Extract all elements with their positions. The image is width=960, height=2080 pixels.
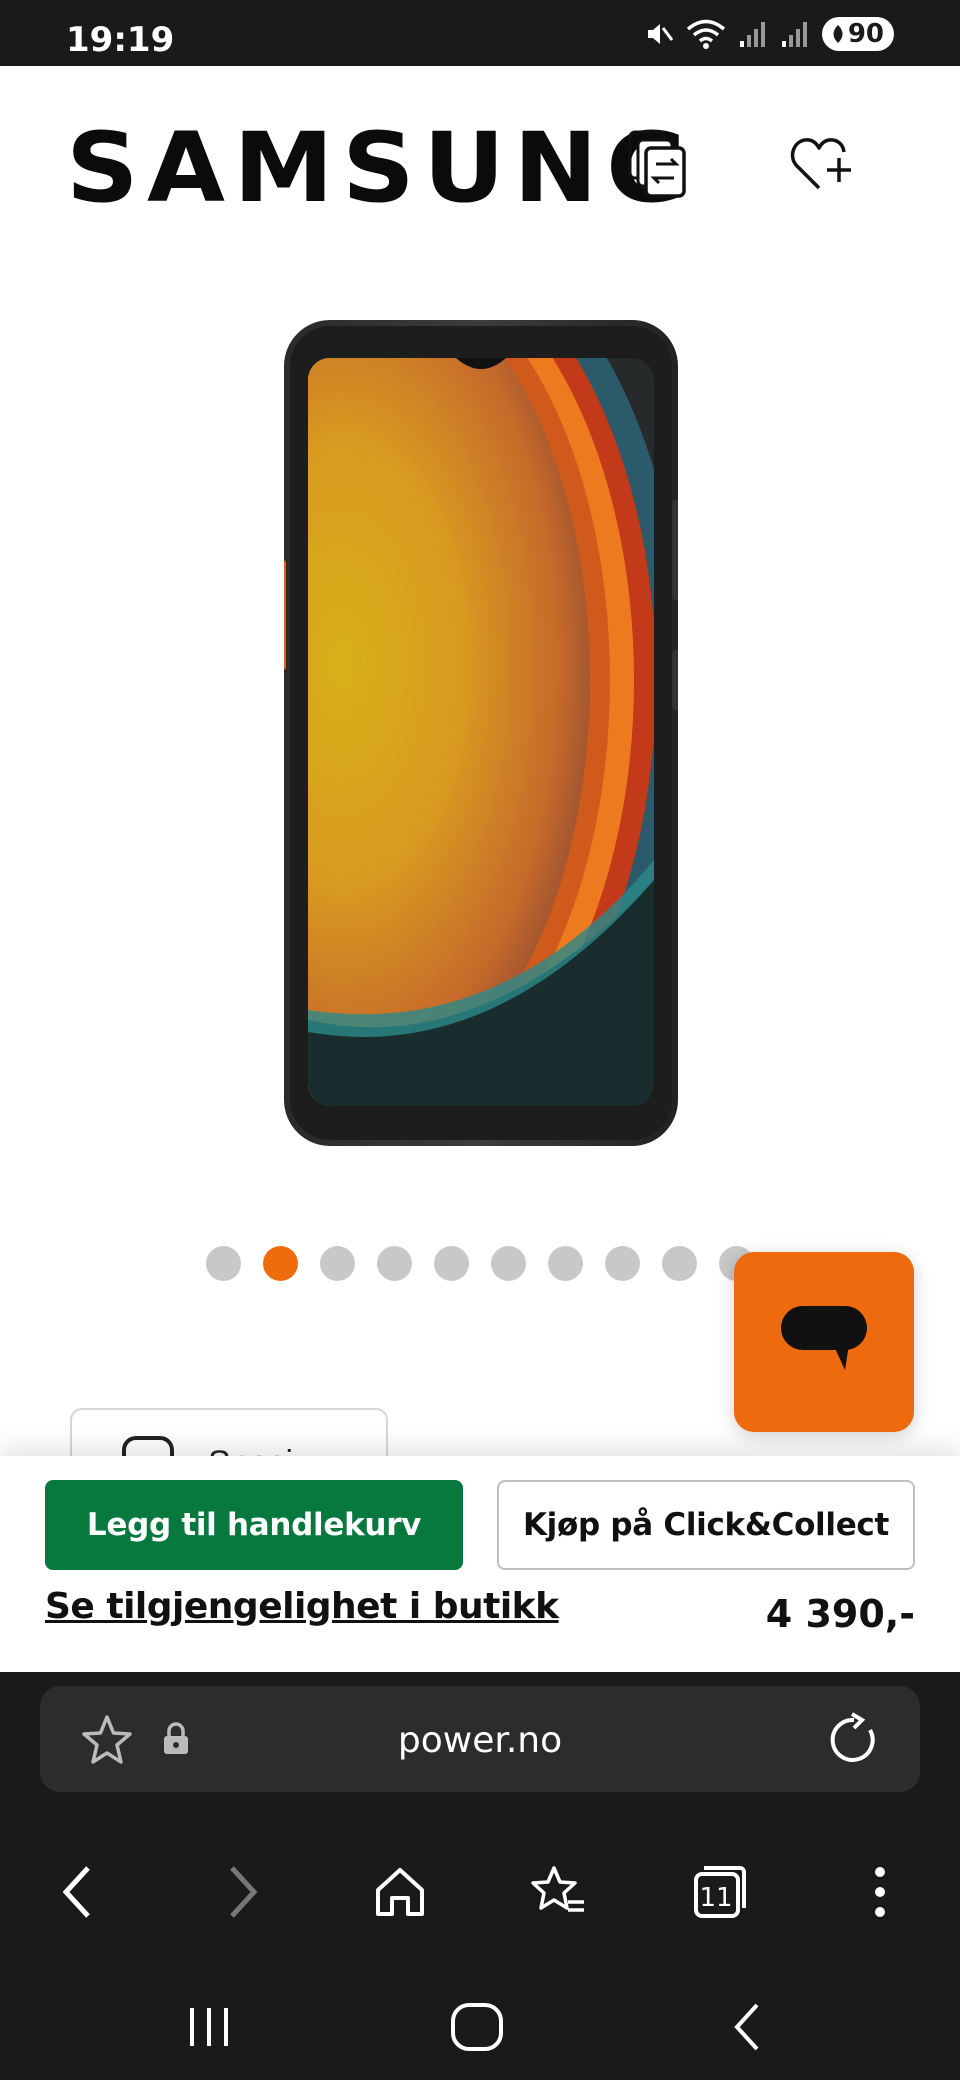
chat-button[interactable] <box>734 1252 914 1432</box>
browser-toolbar: power.no 11 <box>0 1672 960 2080</box>
home-icon <box>376 1868 424 1916</box>
click-collect-button[interactable]: Kjøp på Click&Collect <box>497 1480 915 1570</box>
battery-saver-icon <box>833 25 843 43</box>
price: 4 390,- <box>765 1592 915 1636</box>
more-menu-button[interactable] <box>848 1860 912 1924</box>
reload-icon[interactable] <box>826 1712 882 1773</box>
store-availability-link[interactable]: Se tilgjengelighet i butikk <box>45 1586 559 1627</box>
status-time: 19:19 <box>66 20 175 60</box>
phone-product-image[interactable] <box>278 320 680 1146</box>
buy-bar: Legg til handlekurv Kjøp på Click&Collec… <box>0 1456 960 1672</box>
recents-icon <box>190 2008 228 2046</box>
wifi-icon <box>686 18 726 50</box>
url-text: power.no <box>397 1720 563 1761</box>
home-button[interactable] <box>368 1860 432 1924</box>
product-page: SAMSUNG <box>0 66 960 1460</box>
carousel-dot[interactable] <box>377 1246 412 1281</box>
recents-button[interactable] <box>174 1992 244 2062</box>
mute-icon <box>644 19 674 49</box>
more-icon <box>875 1867 885 1917</box>
bookmarks-icon <box>531 1866 584 1912</box>
carousel-dot-active[interactable] <box>263 1246 298 1281</box>
back-button[interactable] <box>46 1860 110 1924</box>
carousel-dot[interactable] <box>548 1246 583 1281</box>
system-home-button[interactable] <box>442 1992 512 2062</box>
carousel-dot[interactable] <box>605 1246 640 1281</box>
compare-icon <box>628 130 686 198</box>
carousel-dot[interactable] <box>662 1246 697 1281</box>
specifications-tab[interactable]: Spesi... <box>70 1408 388 1460</box>
carousel-dot[interactable] <box>206 1246 241 1281</box>
tabs-button[interactable]: 11 <box>688 1860 752 1924</box>
system-nav-bar <box>0 1972 960 2080</box>
back-icon <box>734 2003 759 2051</box>
brand-logo: SAMSUNG <box>66 112 698 224</box>
browser-nav-row: 11 <box>0 1842 960 1942</box>
carousel-dot[interactable] <box>320 1246 355 1281</box>
battery-level: 90 <box>847 19 884 49</box>
signal-icon <box>780 19 810 49</box>
home-icon <box>451 2003 503 2051</box>
forward-button[interactable] <box>210 1860 274 1924</box>
forward-icon <box>230 1866 258 1918</box>
wishlist-button[interactable] <box>782 124 862 204</box>
carousel-dot[interactable] <box>434 1246 469 1281</box>
tab-count: 11 <box>699 1883 733 1913</box>
carousel-dots <box>206 1246 754 1281</box>
back-icon <box>62 1866 90 1918</box>
carousel-dot[interactable] <box>491 1246 526 1281</box>
address-bar[interactable]: power.no <box>40 1686 920 1792</box>
chat-bubble-icon <box>781 1306 867 1370</box>
status-icons: 90 <box>644 16 894 52</box>
add-to-cart-button[interactable]: Legg til handlekurv <box>45 1480 463 1570</box>
system-back-button[interactable] <box>712 1992 782 2062</box>
compare-button[interactable] <box>618 124 698 204</box>
battery-indicator: 90 <box>821 17 894 51</box>
signal-icon <box>738 19 768 49</box>
status-bar: 19:19 90 <box>0 0 960 66</box>
bookmarks-button[interactable] <box>526 1860 590 1924</box>
heart-plus-icon <box>790 138 851 190</box>
